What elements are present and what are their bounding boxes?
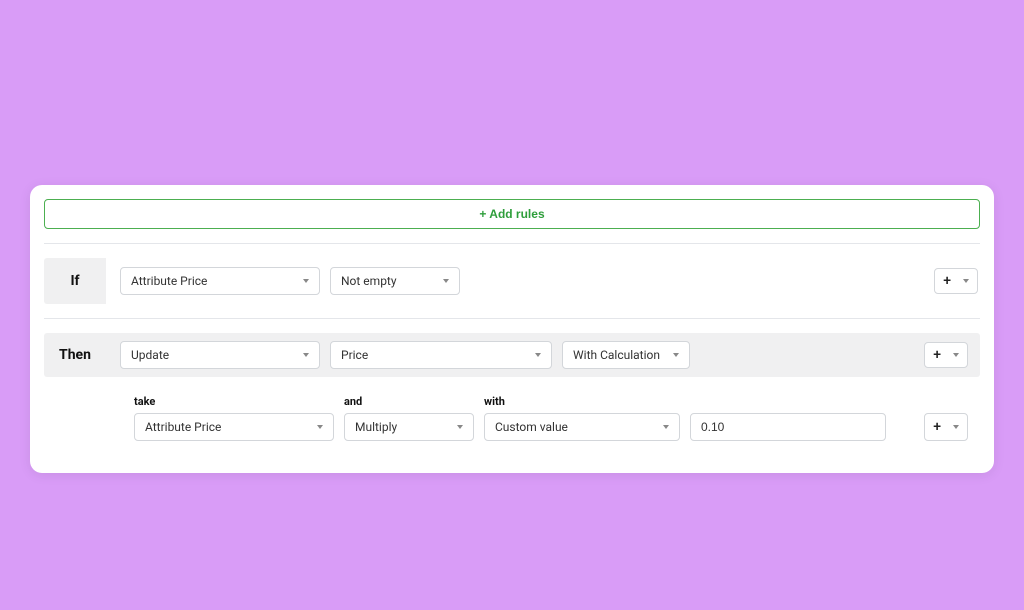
then-target-value: Price: [341, 348, 368, 362]
chevron-down-icon: [953, 353, 959, 357]
calc-take-label: take: [134, 395, 334, 408]
then-block: Then Update Price With Calculation +: [44, 318, 980, 459]
if-attribute-value: Attribute Price: [131, 274, 207, 288]
calc-add-button[interactable]: +: [924, 413, 968, 441]
calc-take-group: take Attribute Price: [134, 395, 334, 441]
if-row: If Attribute Price Not empty +: [44, 243, 980, 304]
chevron-down-icon: [443, 279, 449, 283]
calc-and-group: and Multiply: [344, 395, 474, 441]
chevron-down-icon: [963, 279, 969, 283]
calc-with-value: Custom value: [495, 420, 568, 434]
if-add-button[interactable]: +: [934, 268, 978, 294]
chevron-down-icon: [663, 425, 669, 429]
then-target-select[interactable]: Price: [330, 341, 552, 369]
chevron-down-icon: [953, 425, 959, 429]
then-mode-value: With Calculation: [573, 348, 660, 362]
then-mode-select[interactable]: With Calculation: [562, 341, 690, 369]
then-action-select[interactable]: Update: [120, 341, 320, 369]
chevron-down-icon: [457, 425, 463, 429]
calc-with-select[interactable]: Custom value: [484, 413, 680, 441]
calc-value-input[interactable]: [690, 413, 886, 441]
if-attribute-select[interactable]: Attribute Price: [120, 267, 320, 295]
rules-card: + Add rules If Attribute Price Not empty…: [30, 185, 994, 473]
chevron-down-icon: [303, 279, 309, 283]
plus-icon: +: [933, 419, 941, 435]
if-prefix: If: [44, 258, 106, 304]
calc-and-label: and: [344, 395, 474, 408]
calc-with-group: with Custom value: [484, 395, 680, 441]
add-rules-button[interactable]: + Add rules: [44, 199, 980, 229]
calc-take-select[interactable]: Attribute Price: [134, 413, 334, 441]
chevron-down-icon: [535, 353, 541, 357]
then-controls: Update Price With Calculation +: [106, 333, 980, 377]
chevron-down-icon: [303, 353, 309, 357]
calc-with-label: with: [484, 395, 680, 408]
if-controls: Attribute Price Not empty +: [120, 259, 980, 303]
calc-take-value: Attribute Price: [145, 420, 221, 434]
calc-operation-value: Multiply: [355, 420, 397, 434]
calculation-row: take Attribute Price and Multiply: [44, 377, 980, 459]
then-action-value: Update: [131, 348, 169, 362]
chevron-down-icon: [673, 353, 679, 357]
calc-operation-select[interactable]: Multiply: [344, 413, 474, 441]
then-add-button[interactable]: +: [924, 342, 968, 368]
then-prefix: Then: [44, 333, 106, 377]
then-row: Then Update Price With Calculation +: [44, 333, 980, 377]
chevron-down-icon: [317, 425, 323, 429]
plus-icon: +: [933, 347, 941, 363]
calc-value-group: [690, 413, 886, 441]
plus-icon: +: [943, 273, 951, 289]
if-operator-select[interactable]: Not empty: [330, 267, 460, 295]
if-operator-value: Not empty: [341, 274, 397, 288]
